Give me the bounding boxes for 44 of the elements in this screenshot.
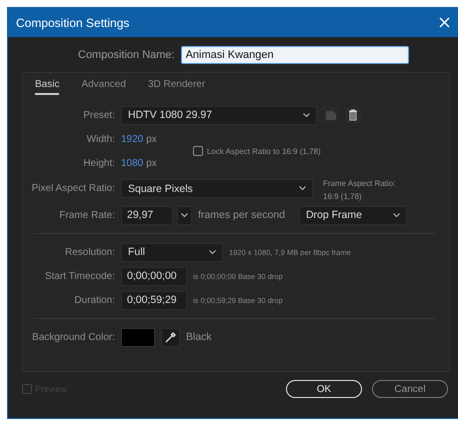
timecode-field[interactable]: 0;00;00;00 xyxy=(121,266,187,286)
eyedropper-button[interactable] xyxy=(161,328,180,346)
caret-icon xyxy=(392,212,400,218)
duration-field[interactable]: 0;00;59;29 xyxy=(121,290,187,310)
frame-rate-menu-button[interactable] xyxy=(177,206,192,224)
caret-icon xyxy=(209,250,216,254)
unit-label: px xyxy=(146,158,157,168)
field-label: Height: xyxy=(82,158,115,168)
color-swatch[interactable] xyxy=(121,328,155,346)
info-label: Frame Aspect Ratio: xyxy=(323,179,396,188)
eyedropper-icon xyxy=(165,332,176,342)
caret-icon xyxy=(299,186,306,191)
resolution-dropdown[interactable]: Full xyxy=(121,242,223,262)
dialog-button[interactable]: Cancel xyxy=(372,380,448,398)
field-label: Frame Rate: xyxy=(58,210,115,220)
tab[interactable]: 3D Renderer xyxy=(148,79,206,95)
field-label: Preset: xyxy=(82,110,115,120)
color-name: Black xyxy=(186,331,212,343)
caret-icon xyxy=(181,212,188,218)
frame-rate-field[interactable]: 29,97 xyxy=(121,206,173,224)
field-label: Resolution: xyxy=(64,246,115,258)
field-label: Duration: xyxy=(73,294,115,306)
width-value[interactable]: 1920 xyxy=(121,134,144,144)
checkbox[interactable] xyxy=(192,146,203,156)
field-label: Width: xyxy=(86,134,115,144)
height-value[interactable]: 1080 xyxy=(121,158,144,168)
tab[interactable]: Advanced xyxy=(81,79,126,95)
preset-dropdown[interactable]: HDTV 1080 29.97 xyxy=(121,106,317,124)
drop-frame-dropdown[interactable]: Drop Frame xyxy=(298,206,407,224)
field-label: Composition Name: xyxy=(78,49,175,61)
close-icon[interactable] xyxy=(439,17,450,28)
unit-label: frames per second xyxy=(198,209,285,221)
window-title: Composition Settings xyxy=(16,16,130,30)
info-value: 16:9 (1,78) xyxy=(323,192,363,201)
pixel-aspect-dropdown[interactable]: Square Pixels xyxy=(121,179,313,198)
unit-label: px xyxy=(146,134,157,144)
field-label: Pixel Aspect Ratio: xyxy=(30,182,115,194)
dialog-button[interactable]: OK xyxy=(286,380,362,398)
name-field[interactable]: Animasi Kwangen xyxy=(180,46,409,64)
caret-icon xyxy=(303,112,310,118)
field-label: Background Color: xyxy=(31,332,115,342)
tab[interactable]: Basic xyxy=(35,79,60,95)
checkbox-label: Lock Aspect Ratio to 16:9 (1,78) xyxy=(206,146,321,156)
field-label: Start Timecode: xyxy=(44,270,115,282)
